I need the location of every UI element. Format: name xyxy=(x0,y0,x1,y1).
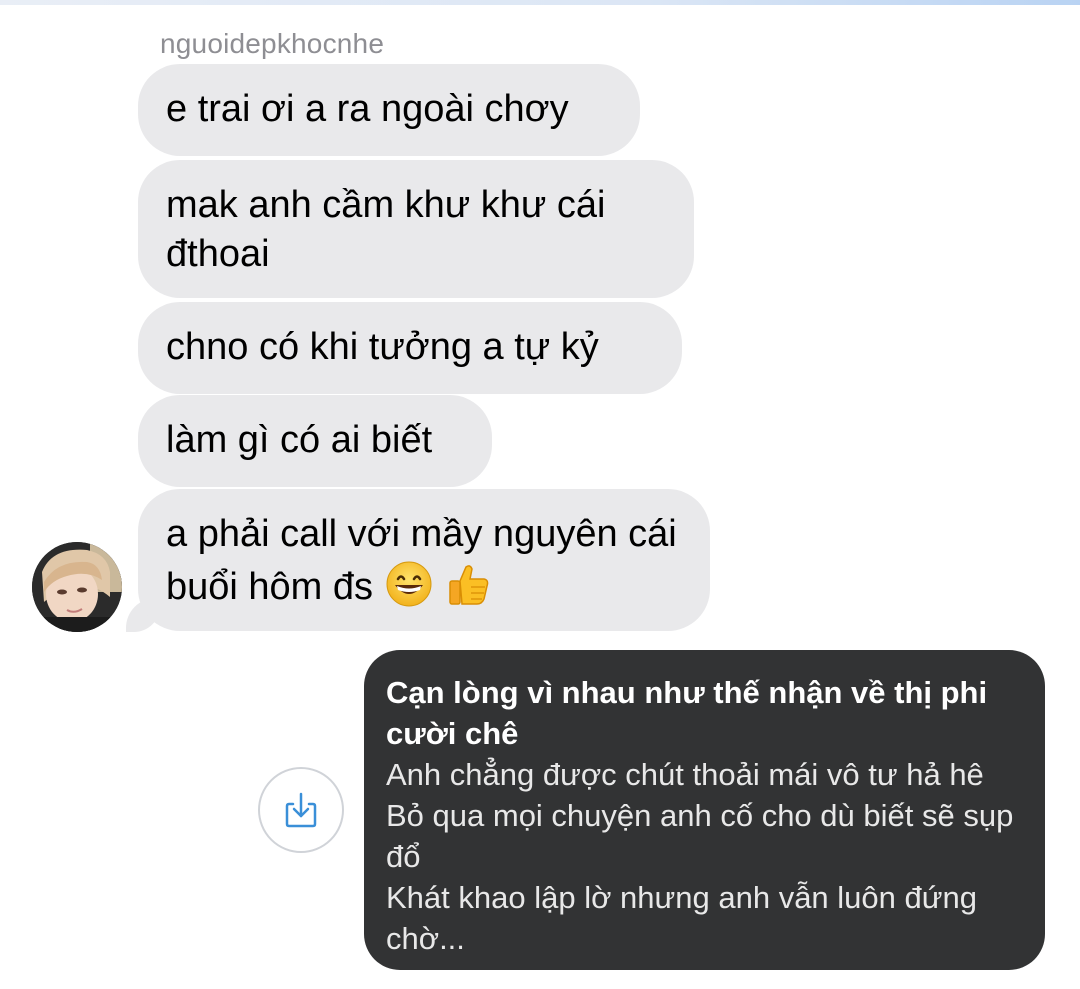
message-bubble[interactable]: mak anh cầm khư khư cái đthoai xyxy=(138,160,694,298)
shared-lyrics-card[interactable]: Cạn lòng vì nhau như thế nhận về thị phi… xyxy=(364,650,1045,970)
sender-name: nguoidepkhocnhe xyxy=(160,28,385,59)
avatar-photo xyxy=(32,542,122,632)
message-text: làm gì có ai biết xyxy=(166,419,433,461)
card-line: Khát khao lập lờ nhưng anh vẫn luôn đứng… xyxy=(386,880,977,956)
message-bubble[interactable]: chno có khi tưởng a tự kỷ xyxy=(138,302,682,394)
sender-avatar[interactable] xyxy=(32,542,122,632)
grinning-face-emoji xyxy=(386,561,432,607)
share-download-icon xyxy=(285,792,317,828)
message-bubble[interactable]: a phải call với mầy nguyên cái buổi hôm … xyxy=(138,489,710,631)
message-text: chno có khi tưởng a tự kỷ xyxy=(166,326,599,368)
message-text: mak anh cầm khư khư cái đthoai xyxy=(166,184,606,275)
message-bubble[interactable]: làm gì có ai biết xyxy=(138,395,492,487)
top-edge-strip xyxy=(0,0,1080,5)
card-line: Bỏ qua mọi chuyện anh cố cho dù biết sẽ … xyxy=(386,798,1014,874)
message-text: e trai ơi a ra ngoài chơy xyxy=(166,88,569,130)
message-bubble[interactable]: e trai ơi a ra ngoài chơy xyxy=(138,64,640,156)
thumbs-up-emoji xyxy=(449,565,489,605)
card-title: Cạn lòng vì nhau như thế nhận về thị phi… xyxy=(386,675,988,751)
card-line: Anh chẳng được chút thoải mái vô tư hả h… xyxy=(386,757,984,792)
share-button[interactable] xyxy=(258,767,344,853)
